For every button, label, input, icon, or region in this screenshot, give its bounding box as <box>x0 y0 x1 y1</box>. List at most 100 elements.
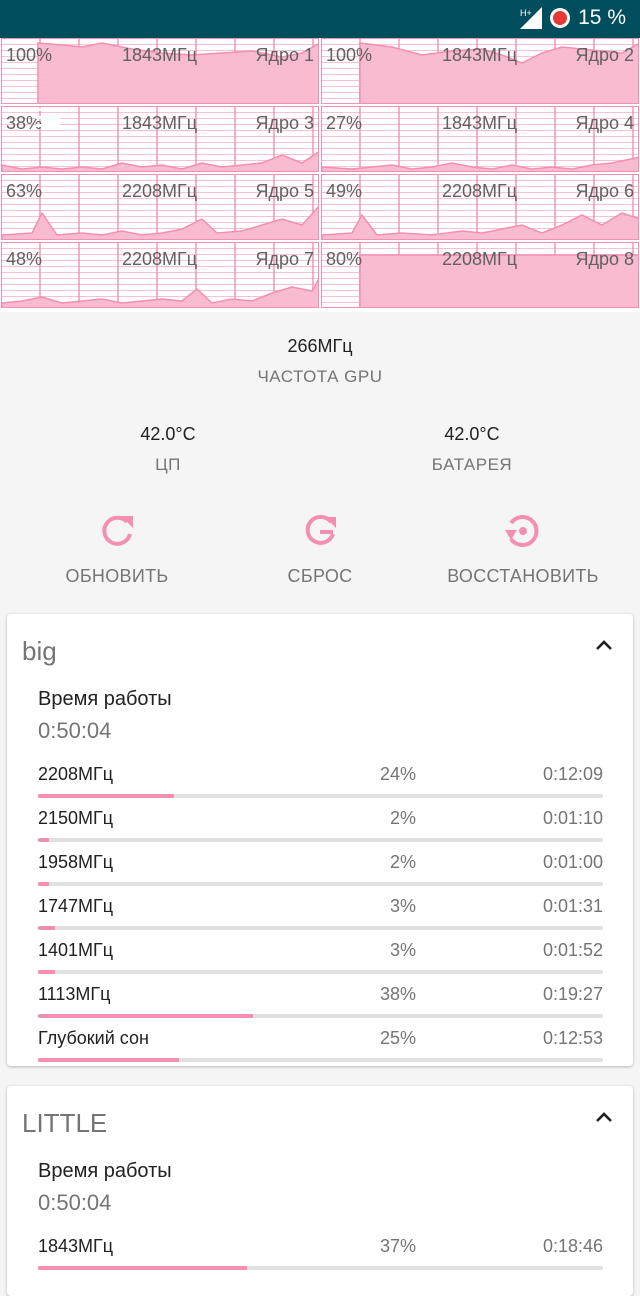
svg-text:H+: H+ <box>520 8 532 18</box>
cpu-temperature: 42.0°C ЦП <box>88 424 248 475</box>
chevron-up-icon[interactable] <box>595 638 613 652</box>
core-load: 27% <box>326 113 363 133</box>
state-time: 0:12:09 <box>542 764 603 784</box>
reset-button[interactable]: СБРОС <box>220 510 420 587</box>
core-freq: 2208МГц <box>442 181 518 201</box>
status-bar: H+ 15 % <box>0 0 640 38</box>
uptime-value: 0:50:04 <box>38 718 112 743</box>
core-graph: 100% 1843МГц Ядро 2 <box>321 38 639 104</box>
restore-button[interactable]: ВОССТАНОВИТЬ <box>423 510 623 587</box>
reset-icon <box>300 510 340 552</box>
state-percent: 37% <box>379 1236 416 1256</box>
core-load: 63% <box>6 181 43 201</box>
frequency-state-row: 1401МГц 3% 0:01:52 <box>38 940 603 984</box>
state-progress-bar <box>38 926 603 930</box>
frequency-state-row: 1843МГц 37% 0:18:46 <box>38 1236 603 1280</box>
state-percent: 3% <box>389 896 416 916</box>
core-load: 48% <box>6 249 43 269</box>
restore-label: ВОССТАНОВИТЬ <box>447 566 599 586</box>
state-progress-bar <box>38 794 603 798</box>
core-freq: 2208МГц <box>122 249 198 269</box>
battery-percent: 15 % <box>578 6 626 29</box>
state-percent: 2% <box>389 808 416 828</box>
cluster-title: LITTLE <box>22 1108 108 1138</box>
frequency-state-row: Глубокий сон 25% 0:12:53 <box>38 1028 603 1072</box>
state-frequency: 2150МГц <box>38 808 114 828</box>
uptime-label: Время работы <box>38 1160 172 1182</box>
core-freq: 2208МГц <box>442 249 518 269</box>
state-time: 0:01:52 <box>542 940 603 960</box>
core-name: Ядро 3 <box>255 113 314 133</box>
core-load: 49% <box>326 181 363 201</box>
core-freq: 1843МГц <box>122 45 198 65</box>
signal-icon: H+ <box>520 7 543 29</box>
state-frequency: Глубокий сон <box>38 1028 149 1048</box>
uptime-label: Время работы <box>38 688 172 710</box>
state-frequency: 1843МГц <box>38 1236 114 1256</box>
core-graphs: 100% 1843МГц Ядро 1 100% 1843МГц Ядро 2 38% 1… <box>0 38 640 312</box>
core-name: Ядро 5 <box>255 181 314 201</box>
state-progress-bar <box>38 838 603 842</box>
frequency-state-row: 1113МГц 38% 0:19:27 <box>38 984 603 1028</box>
state-progress-bar <box>38 970 603 974</box>
core-name: Ядро 6 <box>575 181 634 201</box>
frequency-state-row: 1958МГц 2% 0:01:00 <box>38 852 603 896</box>
cluster-card-little: LITTLE Время работы 0:50:04 1843МГц 37% … <box>7 1086 633 1296</box>
reset-label: СБРОС <box>287 566 353 586</box>
core-load: 100% <box>326 45 373 65</box>
core-load: 100% <box>6 45 53 65</box>
gpu-label: ЧАСТОТА GPU <box>257 367 383 386</box>
state-progress-bar <box>38 882 603 886</box>
core-graph: 49% 2208МГц Ядро 6 <box>321 174 639 240</box>
refresh-button[interactable]: ОБНОВИТЬ <box>17 510 217 587</box>
cpu-temp-label: ЦП <box>155 455 181 474</box>
state-progress-bar <box>38 1266 603 1270</box>
core-graph: 80% 2208МГц Ядро 8 <box>321 242 639 308</box>
core-name: Ядро 7 <box>255 249 314 269</box>
state-percent: 3% <box>389 940 416 960</box>
refresh-icon <box>97 510 137 552</box>
state-frequency: 1401МГц <box>38 940 114 960</box>
core-freq: 1843МГц <box>442 45 518 65</box>
menu-icon[interactable] <box>36 108 60 128</box>
battery-temp-value: 42.0°C <box>444 424 500 444</box>
state-time: 0:12:53 <box>542 1028 603 1048</box>
state-percent: 38% <box>379 984 416 1004</box>
state-time: 0:18:46 <box>542 1236 603 1256</box>
state-time: 0:01:00 <box>542 852 603 872</box>
frequency-state-row: 2208МГц 24% 0:12:09 <box>38 764 603 808</box>
core-name: Ядро 1 <box>255 45 314 65</box>
state-percent: 2% <box>389 852 416 872</box>
state-frequency: 1747МГц <box>38 896 114 916</box>
battery-temperature: 42.0°C БАТАРЕЯ <box>392 424 552 475</box>
core-graph: 27% 1843МГц Ядро 4 <box>321 106 639 172</box>
refresh-label: ОБНОВИТЬ <box>65 566 169 586</box>
core-freq: 1843МГц <box>442 113 518 133</box>
state-progress-bar <box>38 1014 603 1018</box>
chevron-up-icon[interactable] <box>595 1110 613 1124</box>
state-percent: 25% <box>379 1028 416 1048</box>
core-freq: 2208МГц <box>122 181 198 201</box>
state-time: 0:01:31 <box>542 896 603 916</box>
frequency-state-row: 2150МГц 2% 0:01:10 <box>38 808 603 852</box>
battery-saver-icon <box>550 8 571 28</box>
core-load: 80% <box>326 249 363 269</box>
state-time: 0:01:10 <box>542 808 603 828</box>
frequency-state-row: 1747МГц 3% 0:01:31 <box>38 896 603 940</box>
state-time: 0:19:27 <box>542 984 603 1004</box>
core-graph: 48% 2208МГц Ядро 7 <box>1 242 319 308</box>
state-frequency: 2208МГц <box>38 764 114 784</box>
battery-temp-label: БАТАРЕЯ <box>431 455 513 474</box>
core-graph: 63% 2208МГц Ядро 5 <box>1 174 319 240</box>
cluster-title: big <box>22 636 57 666</box>
core-graph: 100% 1843МГц Ядро 1 <box>1 38 319 104</box>
gpu-value: 266МГц <box>287 336 353 356</box>
core-freq: 1843МГц <box>122 113 198 133</box>
state-frequency: 1113МГц <box>38 984 111 1004</box>
core-name: Ядро 2 <box>575 45 634 65</box>
state-progress-bar <box>38 1058 603 1062</box>
state-percent: 24% <box>379 764 416 784</box>
restore-icon <box>503 510 543 552</box>
cpu-temp-value: 42.0°C <box>140 424 196 444</box>
cluster-card-big: big Время работы 0:50:04 2208МГц 24% 0:1… <box>7 614 633 1066</box>
